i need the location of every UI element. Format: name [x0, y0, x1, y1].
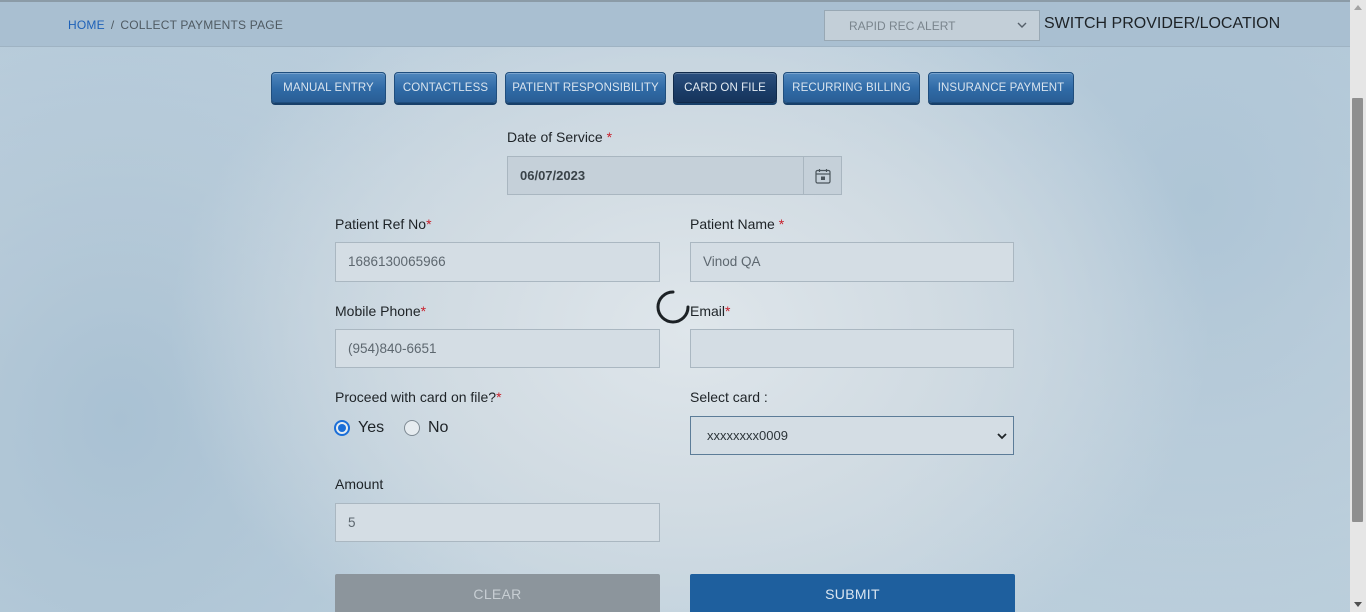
provider-select[interactable]: RAPID REC ALERT — [824, 10, 1040, 41]
yes-radio[interactable] — [334, 420, 350, 436]
required-marker: * — [420, 303, 427, 319]
amount-input[interactable]: 5 — [335, 503, 660, 542]
tab-insurance-payment[interactable]: INSURANCE PAYMENT — [928, 72, 1074, 103]
scrollbar-thumb[interactable] — [1352, 98, 1363, 522]
tab-contactless[interactable]: CONTACTLESS — [394, 72, 497, 103]
mobile-phone-value: (954)840-6651 — [348, 341, 437, 356]
loading-spinner-icon — [656, 290, 690, 324]
yes-radio-label[interactable]: Yes — [358, 419, 384, 437]
required-marker: * — [725, 303, 731, 319]
calendar-button[interactable] — [803, 157, 841, 194]
chevron-down-icon — [997, 433, 1007, 440]
email-label: Email* — [690, 303, 730, 319]
amount-value: 5 — [348, 515, 356, 530]
select-card-label: Select card : — [690, 389, 768, 405]
tab-recurring-billing[interactable]: RECURRING BILLING — [783, 72, 920, 103]
tab-manual-entry[interactable]: MANUAL ENTRY — [271, 72, 386, 103]
patient-ref-no-label: Patient Ref No* — [335, 216, 432, 232]
date-of-service-input[interactable]: 06/07/2023 — [507, 156, 842, 195]
switch-provider-link[interactable]: SWITCH PROVIDER/LOCATION — [1044, 15, 1280, 33]
required-marker: * — [496, 389, 502, 405]
date-of-service-value: 06/07/2023 — [520, 168, 586, 183]
breadcrumb-home-link[interactable]: HOME — [68, 18, 105, 32]
email-label-text: Email — [690, 303, 726, 319]
tab-patient-responsibility[interactable]: PATIENT RESPONSIBILITY — [505, 72, 666, 103]
date-of-service-label: Date of Service * — [507, 129, 612, 145]
amount-label: Amount — [335, 476, 384, 492]
mobile-phone-label-text: Mobile Phone — [335, 303, 421, 319]
breadcrumb-current: COLLECT PAYMENTS PAGE — [120, 18, 284, 32]
submit-button[interactable]: SUBMIT — [690, 574, 1015, 612]
required-marker: * — [426, 216, 432, 232]
patient-name-label-text: Patient Name — [690, 216, 779, 232]
chevron-down-icon — [1017, 22, 1027, 28]
top-bar: HOME / COLLECT PAYMENTS PAGE RAPID REC ALE… — [0, 0, 1350, 47]
select-card-value: xxxxxxxx0009 — [707, 428, 788, 443]
scroll-up-arrow-icon[interactable] — [1354, 4, 1362, 12]
proceed-card-on-file-label: Proceed with card on file?* — [335, 389, 502, 405]
patient-ref-no-value: 1686130065966 — [348, 254, 446, 269]
provider-select-value: RAPID REC ALERT — [849, 19, 956, 33]
scroll-down-arrow-icon[interactable] — [1354, 600, 1362, 608]
no-radio-label[interactable]: No — [428, 419, 448, 437]
patient-ref-no-input[interactable]: 1686130065966 — [335, 242, 660, 282]
patient-name-input[interactable]: Vinod QA — [690, 242, 1014, 282]
select-card-dropdown[interactable]: xxxxxxxx0009 — [690, 416, 1014, 455]
patient-name-value: Vinod QA — [703, 254, 761, 269]
clear-button[interactable]: CLEAR — [335, 574, 660, 612]
no-radio[interactable] — [404, 420, 420, 436]
required-marker: * — [778, 216, 785, 232]
patient-name-label: Patient Name * — [690, 216, 784, 232]
patient-ref-no-label-text: Patient Ref No — [335, 216, 427, 232]
email-input[interactable] — [690, 329, 1014, 368]
required-marker: * — [606, 129, 613, 145]
calendar-icon — [815, 169, 831, 184]
breadcrumb: HOME / COLLECT PAYMENTS PAGE — [68, 18, 283, 32]
tab-card-on-file[interactable]: CARD ON FILE — [673, 72, 777, 103]
breadcrumb-separator: / — [110, 18, 115, 32]
mobile-phone-input[interactable]: (954)840-6651 — [335, 329, 660, 368]
date-of-service-label-text: Date of Service — [507, 129, 607, 145]
proceed-card-on-file-label-text: Proceed with card on file? — [335, 389, 497, 405]
mobile-phone-label: Mobile Phone* — [335, 303, 426, 319]
